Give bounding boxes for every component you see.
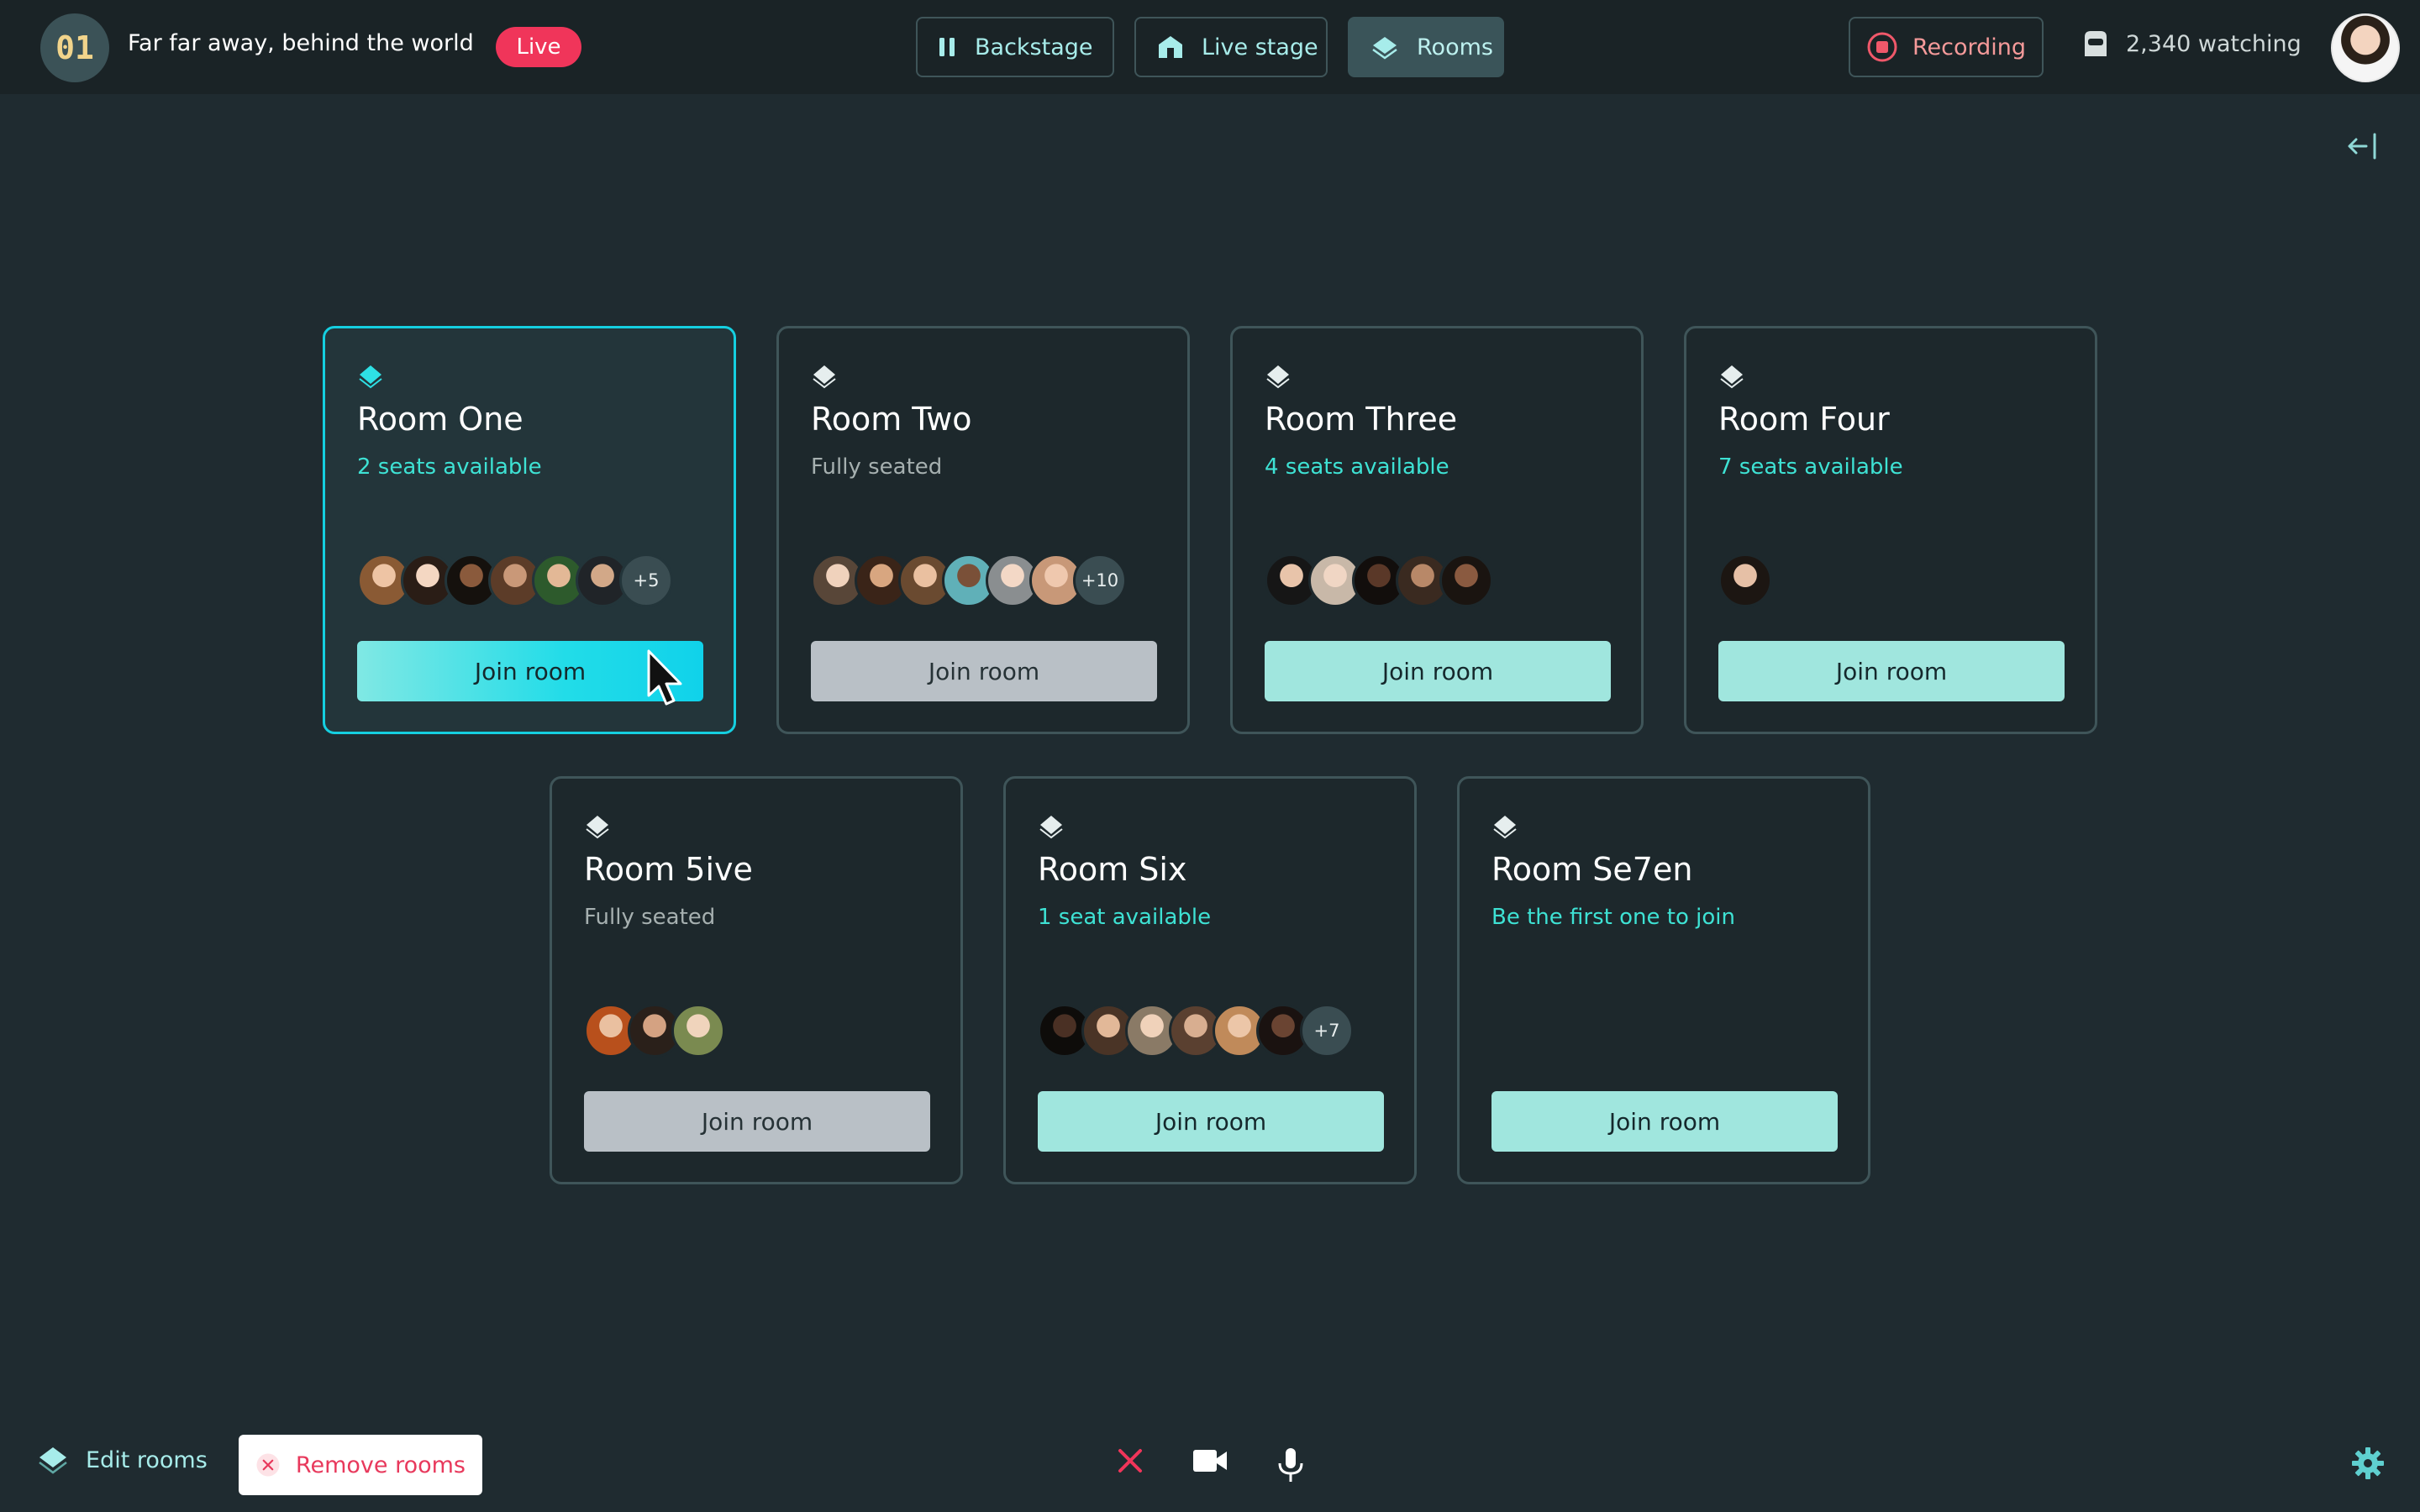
- nav-rooms-label: Rooms: [1417, 34, 1493, 60]
- mouse-cursor-icon: [647, 649, 682, 706]
- nav-backstage-button[interactable]: Backstage: [916, 17, 1114, 77]
- top-bar: 01 Far far away, behind the world Live B…: [0, 0, 2420, 94]
- participant-avatars: [1265, 554, 1493, 607]
- join-room-button[interactable]: Join room: [1718, 641, 2065, 701]
- room-card-two[interactable]: Room Two Fully seated +10 Join room: [776, 326, 1190, 734]
- participant-avatars: +10: [811, 554, 1127, 607]
- room-status: Fully seated: [811, 454, 943, 480]
- room-status: 4 seats available: [1265, 454, 1449, 480]
- room-card-four[interactable]: Room Four 7 seats available Join room: [1684, 326, 2097, 734]
- home-icon: [1159, 36, 1182, 58]
- microphone-icon[interactable]: [1274, 1446, 1307, 1483]
- edit-rooms-button[interactable]: Edit rooms: [37, 1445, 208, 1475]
- recording-button[interactable]: Recording: [1849, 17, 2044, 77]
- user-avatar[interactable]: [2331, 13, 2400, 82]
- room-diamond-icon: [1039, 816, 1063, 839]
- nav-backstage-label: Backstage: [975, 34, 1093, 60]
- settings-gear-icon[interactable]: [2351, 1446, 2385, 1480]
- more-participants-badge: +7: [1300, 1004, 1354, 1058]
- nav-live-stage-label: Live stage: [1202, 34, 1318, 60]
- room-card-seven[interactable]: Room Se7en Be the first one to join Join…: [1457, 776, 1870, 1184]
- join-room-button[interactable]: Join room: [584, 1091, 930, 1152]
- participant-avatars: [1718, 554, 1772, 607]
- close-circle-icon: [256, 1453, 280, 1477]
- room-card-six[interactable]: Room Six 1 seat available +7 Join room: [1003, 776, 1417, 1184]
- layers-icon: [1372, 37, 1397, 60]
- more-participants-badge: +10: [1073, 554, 1127, 607]
- room-name: Room Six: [1038, 851, 1187, 888]
- room-name: Room Four: [1718, 401, 1890, 438]
- layers-icon: [39, 1447, 67, 1474]
- room-status: 7 seats available: [1718, 454, 1903, 480]
- edit-rooms-label: Edit rooms: [86, 1446, 208, 1473]
- collapse-panel-icon[interactable]: [2344, 128, 2381, 165]
- join-room-button[interactable]: Join room: [1491, 1091, 1838, 1152]
- room-diamond-icon: [1493, 816, 1517, 839]
- join-room-button[interactable]: Join room: [811, 641, 1157, 701]
- room-status: 2 seats available: [357, 454, 542, 480]
- participant-avatars: +7: [1038, 1004, 1354, 1058]
- room-name: Room Three: [1265, 401, 1458, 438]
- watching-label: 2,340 watching: [2126, 30, 2302, 57]
- viewer-icon: [2085, 31, 2107, 56]
- more-participants-badge: +5: [619, 554, 673, 607]
- nav-live-stage-button[interactable]: Live stage: [1134, 17, 1328, 77]
- viewer-count: 2,340 watching: [2081, 29, 2302, 59]
- room-card-three[interactable]: Room Three 4 seats available Join room: [1230, 326, 1644, 734]
- join-room-button[interactable]: Join room: [1265, 641, 1611, 701]
- remove-rooms-label: Remove rooms: [295, 1452, 466, 1478]
- room-diamond-icon: [586, 816, 609, 839]
- room-status: Fully seated: [584, 905, 716, 930]
- recording-label: Recording: [1912, 34, 2027, 60]
- pause-icon: [939, 38, 955, 56]
- event-title: Far far away, behind the world: [128, 30, 474, 56]
- room-name: Room 5ive: [584, 851, 753, 888]
- room-diamond-icon: [1266, 365, 1290, 389]
- room-status: Be the first one to join: [1491, 905, 1735, 930]
- avatar: [671, 1004, 725, 1058]
- participant-avatars: [584, 1004, 725, 1058]
- join-room-button[interactable]: Join room: [1038, 1091, 1384, 1152]
- room-name: Room Se7en: [1491, 851, 1693, 888]
- record-icon: [1867, 32, 1897, 62]
- room-diamond-icon: [359, 365, 382, 389]
- event-badge: 01: [40, 13, 109, 82]
- room-card-five[interactable]: Room 5ive Fully seated Join room: [550, 776, 963, 1184]
- room-diamond-icon: [813, 365, 836, 389]
- camera-icon[interactable]: [1192, 1446, 1228, 1475]
- room-status: 1 seat available: [1038, 905, 1212, 930]
- room-name: Room One: [357, 401, 523, 438]
- live-badge: Live: [496, 27, 581, 67]
- leave-call-icon[interactable]: [1116, 1446, 1144, 1475]
- avatar: [1439, 554, 1493, 607]
- avatar: [1718, 554, 1772, 607]
- room-diamond-icon: [1720, 365, 1744, 389]
- room-name: Room Two: [811, 401, 972, 438]
- participant-avatars: +5: [357, 554, 673, 607]
- nav-rooms-button[interactable]: Rooms: [1348, 17, 1504, 77]
- remove-rooms-button[interactable]: Remove rooms: [239, 1435, 482, 1495]
